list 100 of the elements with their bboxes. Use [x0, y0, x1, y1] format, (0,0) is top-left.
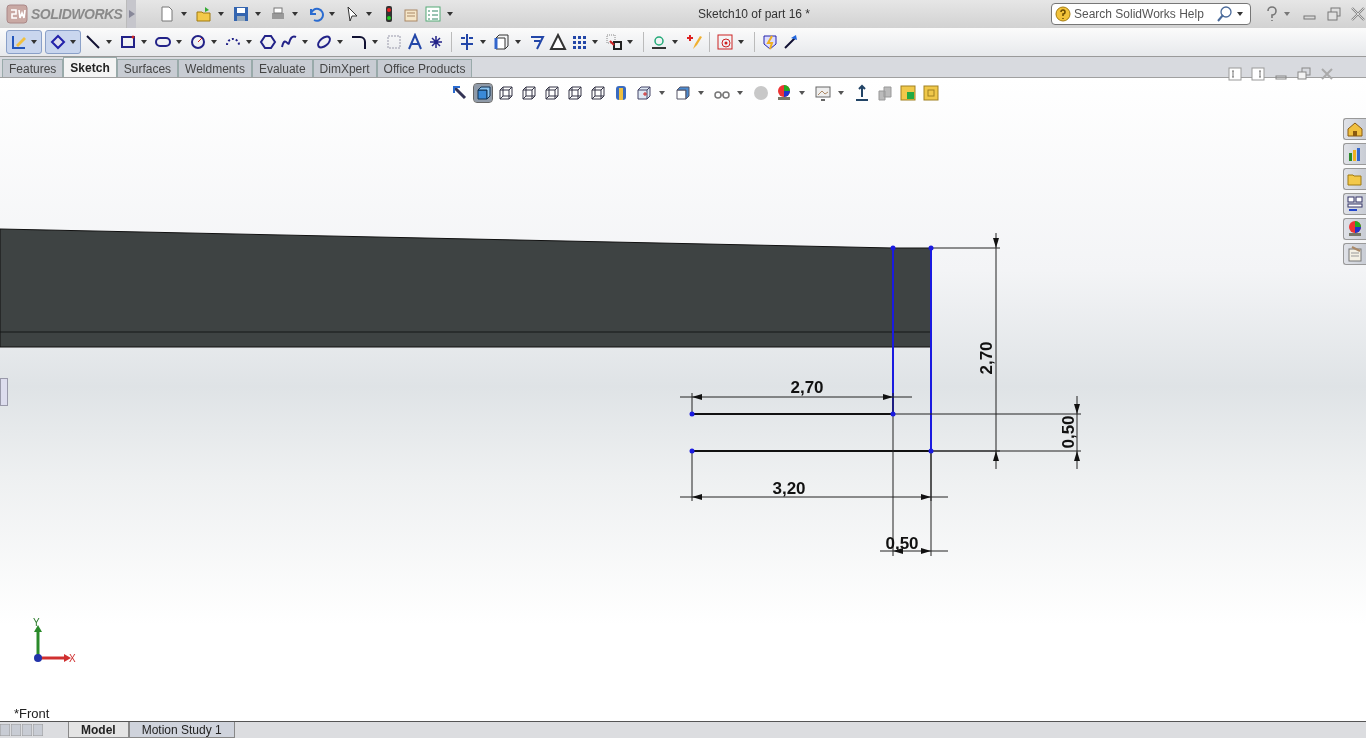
tile-right-icon[interactable]	[1251, 67, 1265, 81]
polygon-icon[interactable]	[259, 33, 277, 51]
command-tab[interactable]: DimXpert	[312, 59, 377, 77]
add-relation-icon[interactable]	[685, 33, 703, 51]
sketch-point[interactable]	[928, 245, 934, 251]
caret-icon[interactable]	[106, 40, 112, 44]
caret-icon[interactable]	[292, 12, 298, 16]
caret-icon[interactable]	[176, 40, 182, 44]
shaded-cube-icon[interactable]	[474, 84, 492, 102]
move-entities-icon[interactable]	[605, 33, 623, 51]
caret-icon[interactable]	[70, 40, 76, 44]
dimension-value[interactable]: 0,50	[1059, 415, 1078, 449]
view-orientation-icon[interactable]	[635, 84, 653, 102]
framed-box-icon[interactable]	[922, 84, 940, 102]
caret-icon[interactable]	[372, 40, 378, 44]
caret-icon[interactable]	[737, 91, 743, 95]
caret-icon[interactable]	[1237, 12, 1243, 16]
wireframe-cube-icon[interactable]	[589, 84, 607, 102]
save-icon[interactable]	[232, 5, 250, 23]
close-icon[interactable]	[1320, 67, 1334, 81]
dimension-value[interactable]: 2,70	[977, 341, 996, 375]
command-tab[interactable]: Weldments	[178, 59, 252, 77]
sketch-point[interactable]	[689, 411, 695, 417]
circle-icon[interactable]	[189, 33, 207, 51]
caret-icon[interactable]	[515, 40, 521, 44]
appearance-tab[interactable]	[1343, 218, 1366, 240]
caret-icon[interactable]	[592, 40, 598, 44]
dimension-line[interactable]	[892, 395, 1082, 470]
box-with-square-icon[interactable]	[899, 84, 917, 102]
restore-icon[interactable]	[1297, 67, 1311, 81]
sketch-point[interactable]	[890, 411, 896, 417]
panel-handle[interactable]	[0, 378, 8, 406]
ellipse-icon[interactable]	[315, 33, 333, 51]
view-triad-icon[interactable]	[853, 84, 871, 102]
previous-view-icon[interactable]	[451, 84, 469, 102]
caret-icon[interactable]	[337, 40, 343, 44]
command-tab[interactable]: Sketch	[63, 57, 117, 77]
appearance-icon[interactable]	[775, 84, 793, 102]
scene-icon[interactable]	[814, 84, 832, 102]
dimension-line[interactable]	[930, 232, 1001, 470]
sketch-point[interactable]	[928, 448, 934, 454]
dimension-value[interactable]: 3,20	[772, 479, 806, 498]
rapid-sketch-icon[interactable]	[761, 33, 779, 51]
caret-icon[interactable]	[246, 40, 252, 44]
caret-icon[interactable]	[329, 12, 335, 16]
design-library-tab[interactable]	[1343, 143, 1366, 165]
dimension-line[interactable]	[879, 413, 949, 557]
search-field[interactable]: Search SolidWorks Help	[1051, 3, 1251, 25]
convert-entities-icon[interactable]	[528, 33, 546, 51]
close-icon[interactable]	[1350, 6, 1366, 22]
relations-icon[interactable]	[650, 33, 668, 51]
rectangle-icon[interactable]	[119, 33, 137, 51]
dimension-value[interactable]: 2,70	[790, 378, 824, 397]
instant-3d-icon[interactable]	[782, 33, 800, 51]
caret-icon[interactable]	[698, 91, 704, 95]
point-icon[interactable]	[427, 33, 445, 51]
caret-icon[interactable]	[627, 40, 633, 44]
tile-left-icon[interactable]	[1228, 67, 1242, 81]
sketch-button[interactable]	[6, 30, 42, 54]
bottom-tab[interactable]: Motion Study 1	[128, 722, 235, 738]
caret-icon[interactable]	[838, 91, 844, 95]
caret-icon[interactable]	[141, 40, 147, 44]
caret-icon[interactable]	[672, 40, 678, 44]
line-icon[interactable]	[84, 33, 102, 51]
dimension-line[interactable]	[679, 450, 949, 502]
warning-triangle-icon[interactable]	[549, 33, 567, 51]
repair-sketch-icon[interactable]	[716, 33, 734, 51]
caret-icon[interactable]	[302, 40, 308, 44]
caret-icon[interactable]	[659, 91, 665, 95]
caret-icon[interactable]	[366, 12, 372, 16]
bottom-tab[interactable]: Model	[68, 722, 129, 738]
caret-icon[interactable]	[218, 12, 224, 16]
smart-dimension-button[interactable]	[45, 30, 81, 54]
caret-icon[interactable]	[480, 40, 486, 44]
home-tab[interactable]	[1343, 118, 1366, 140]
caret-icon[interactable]	[447, 12, 453, 16]
caret-icon[interactable]	[211, 40, 217, 44]
sketch-point[interactable]	[689, 448, 695, 454]
command-tab[interactable]: Features	[2, 59, 64, 77]
wireframe-cube-icon[interactable]	[497, 84, 515, 102]
wireframe-cube-icon[interactable]	[520, 84, 538, 102]
caret-icon[interactable]	[255, 12, 261, 16]
search-icon[interactable]	[1217, 6, 1233, 22]
sketch-point[interactable]	[890, 245, 896, 251]
wireframe-cube-icon[interactable]	[566, 84, 584, 102]
command-tab[interactable]: Office Products	[376, 59, 473, 77]
caret-icon[interactable]	[799, 91, 805, 95]
display-style-icon[interactable]	[674, 84, 692, 102]
view-palette-tab[interactable]	[1343, 193, 1366, 215]
fillet-icon[interactable]	[350, 33, 368, 51]
text-tool-icon[interactable]	[406, 33, 424, 51]
linear-pattern-icon[interactable]	[570, 33, 588, 51]
caret-icon[interactable]	[738, 40, 744, 44]
dimension-value[interactable]: 0,50	[885, 534, 919, 553]
caret-icon[interactable]	[31, 40, 37, 44]
offset-icon[interactable]	[493, 33, 511, 51]
wireframe-cube-icon[interactable]	[543, 84, 561, 102]
mirror-icon[interactable]	[458, 33, 476, 51]
command-tab[interactable]: Surfaces	[116, 59, 179, 77]
command-tab[interactable]: Evaluate	[251, 59, 313, 77]
